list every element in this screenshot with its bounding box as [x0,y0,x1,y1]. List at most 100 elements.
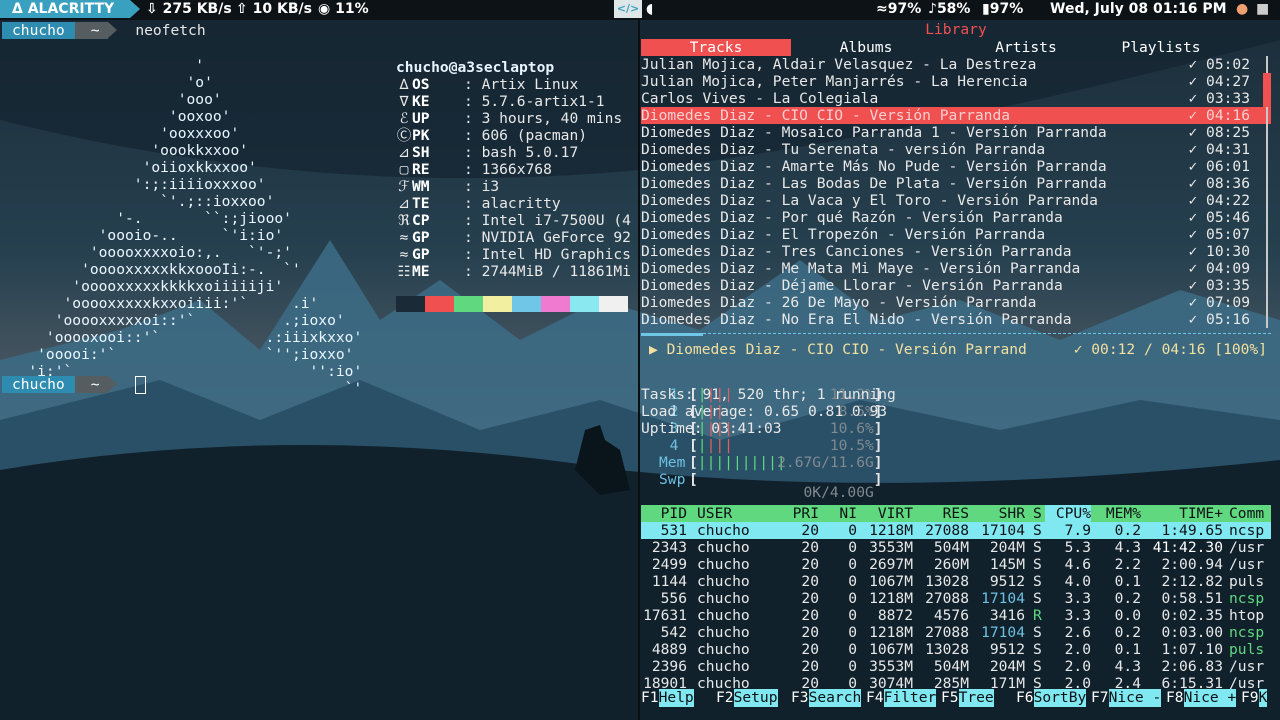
logo-line: 'ooxoo' [2,108,231,125]
track-row[interactable]: Diomedes Diaz - La Vaca y El Toro - Vers… [641,192,1271,209]
column-header[interactable]: SHR [969,505,1025,522]
function-key[interactable]: F9K [1241,689,1268,707]
info-colon: : [464,246,482,263]
process-row[interactable]: 2396 chucho 20 0 3553M 504M 204M S 2.0 4.3 2:06.83… [641,658,1271,675]
info-icon: ℰ [399,110,409,127]
info-icon: ⊿ [397,195,411,212]
column-header[interactable]: VIRT [857,505,913,522]
track-row[interactable]: Diomedes Diaz - No Era El Nido - Versión… [641,311,1271,328]
function-key[interactable]: F6SortBy [1016,689,1087,707]
track-row[interactable]: Carlos Vives - La Colegiala ✓ 03:33 [641,90,1271,107]
process-cell: 20 [801,573,819,590]
info-row: ☷ME: 2744MiB / 11861Mi [396,263,631,280]
process-cell: 4.0 [1064,573,1091,590]
track-row[interactable]: Diomedes Diaz - 26 De Mayo - Versión Par… [641,294,1271,311]
process-row[interactable]: 17631 chucho 20 0 8872 4576 3416 R 3.3 0.0 0:02.35… [641,607,1271,624]
logo-line: 'ooo' [2,91,222,108]
track-row[interactable]: Diomedes Diaz - Mosaico Parranda 1 - Ver… [641,124,1271,141]
moon-icon: ◖ [646,1,654,17]
process-row[interactable]: 1144 chucho 20 0 1067M 13028 9512 S 4.0 0.1 2:12.8… [641,573,1271,590]
track-row[interactable]: Julian Mojica, Peter Manjarrés - La Here… [641,73,1271,90]
process-cell: 20 [801,522,819,539]
system-info: chucho@a3seclaptop ∆ OS: Artix Linux ∇ KE: … [396,59,631,280]
workspace-indicator[interactable]: Δ ALACRITTY [0,0,130,18]
info-row: ∆ OS: Artix Linux [396,76,631,93]
function-key[interactable]: F3Search [791,689,862,707]
column-header[interactable]: PID [641,505,687,522]
track-row[interactable]: Diomedes Diaz - Déjame Llorar - Versión … [641,277,1271,294]
track-scrollbar[interactable] [1263,56,1271,328]
track-row[interactable]: Diomedes Diaz - Me Mata Mi Maye - Versió… [641,260,1271,277]
cpu-value: 11% [335,1,369,17]
playback-progress[interactable] [641,333,703,336]
column-header[interactable]: MEM% [1091,505,1141,522]
info-value: bash 5.0.17 [481,144,579,161]
process-row[interactable]: 531 chucho 20 0 1218M 27088 17104 S 7.9 0.2 1:49.6… [641,522,1271,539]
tab-tracks[interactable]: Tracks [641,39,791,56]
tray-icon[interactable]: ● [1236,1,1248,17]
track-name: Diomedes Diaz - Amarte Más No Pude - Ver… [641,158,1107,175]
function-key[interactable]: F4Filter [866,689,937,707]
track-row[interactable]: Diomedes Diaz - Las Bodas De Plata - Ver… [641,175,1271,192]
tux-icon: Δ [12,1,28,17]
track-row[interactable]: Diomedes Diaz - CIO CIO - Versión Parran… [641,107,1271,124]
info-icon: ℜ [398,212,410,229]
process-cell: 1218M [869,590,913,607]
info-colon: : [464,161,482,178]
library-tabs: Tracks Albums Artists Playlists [641,39,1271,56]
process-row[interactable]: 2343 chucho 20 0 3553M 504M 204M S 5.3 4.3 41:42.3… [641,539,1271,556]
track-row[interactable]: Diomedes Diaz - Amarte Más No Pude - Ver… [641,158,1271,175]
process-cell: 0.2 [1114,590,1141,607]
process-cell: 7.9 [1064,522,1091,539]
process-cell: 204M [989,539,1025,556]
function-key[interactable]: F7Nice - [1091,689,1162,707]
fkey-number: F3 [791,689,809,706]
track-row[interactable]: Diomedes Diaz - El Tropezón - Versión Pa… [641,226,1271,243]
process-row[interactable]: 556 chucho 20 0 1218M 27088 17104 S 3.3 0.2 0:58.5… [641,590,1271,607]
function-key[interactable]: F1Help [641,689,694,707]
function-key[interactable]: F8Nice + [1166,689,1237,707]
process-cell: /usr [1229,556,1265,573]
music-player[interactable]: Library Tracks Albums Artists Playlists … [641,20,1271,328]
process-cell: puls [1229,573,1265,590]
column-header[interactable]: TIME+ [1141,505,1223,522]
track-row[interactable]: Diomedes Diaz - Por qué Razón - Versión … [641,209,1271,226]
column-header[interactable]: RES [913,505,969,522]
track-name: Carlos Vives - La Colegiala [641,90,879,107]
function-key[interactable]: F5Tree [941,689,994,707]
function-key[interactable]: F2Setup [716,689,778,707]
process-cell: 3416 [989,607,1025,624]
column-header[interactable]: CPU% [1045,505,1091,522]
volume-indicator: ♪58% [928,1,970,17]
column-header[interactable]: NI [819,505,857,522]
process-cell: /usr [1229,539,1265,556]
playback-track[interactable] [703,333,1271,337]
info-colon: : [464,76,482,93]
left-terminal[interactable]: chucho ~ neofetch ' 'o' 'ooo' 'ooxoo' 'oo… [0,20,638,720]
terminal-cursor[interactable] [135,376,147,394]
fkey-label: Nice + [1183,689,1237,707]
track-duration: ✓ 04:31 [1188,141,1250,158]
track-row[interactable]: Diomedes Diaz - Tu Serenata - versión Pa… [641,141,1271,158]
tray-icon-2[interactable]: ■ [1256,1,1269,17]
column-header[interactable]: Comm [1229,505,1271,522]
process-row[interactable]: 2499 chucho 20 0 2697M 260M 145M S 4.6 2.2 2:00.94… [641,556,1271,573]
column-header[interactable]: PRI [777,505,819,522]
net-down-value: 275 KB/s [162,1,232,17]
column-header[interactable]: USER [697,505,777,522]
process-row[interactable]: 542 chucho 20 0 1218M 27088 17104 S 2.6 0.2 0:03.0… [641,624,1271,641]
process-row[interactable]: 4889 chucho 20 0 1067M 13028 9512 S 2.0 0.1 1:07.1… [641,641,1271,658]
fkey-number: F7 [1091,689,1109,706]
process-cell: 0 [848,641,857,658]
info-value: alacritty [481,195,561,212]
track-row[interactable]: Diomedes Diaz - Tres Canciones - Versión… [641,243,1271,260]
info-icon: ⊿ [397,144,411,161]
tab-artists[interactable]: Artists [941,39,1111,56]
track-duration: ✓ 05:02 [1188,56,1250,73]
process-cell: 9512 [989,573,1025,590]
tab-playlists[interactable]: Playlists [1111,39,1211,56]
process-cell: 0.1 [1114,641,1141,658]
track-row[interactable]: Julian Mojica, Aldair Velasquez - La Des… [641,56,1271,73]
logo-line: 'ooooxxxxxkxxoiiii:'` .i' [2,295,319,312]
tab-albums[interactable]: Albums [791,39,941,56]
